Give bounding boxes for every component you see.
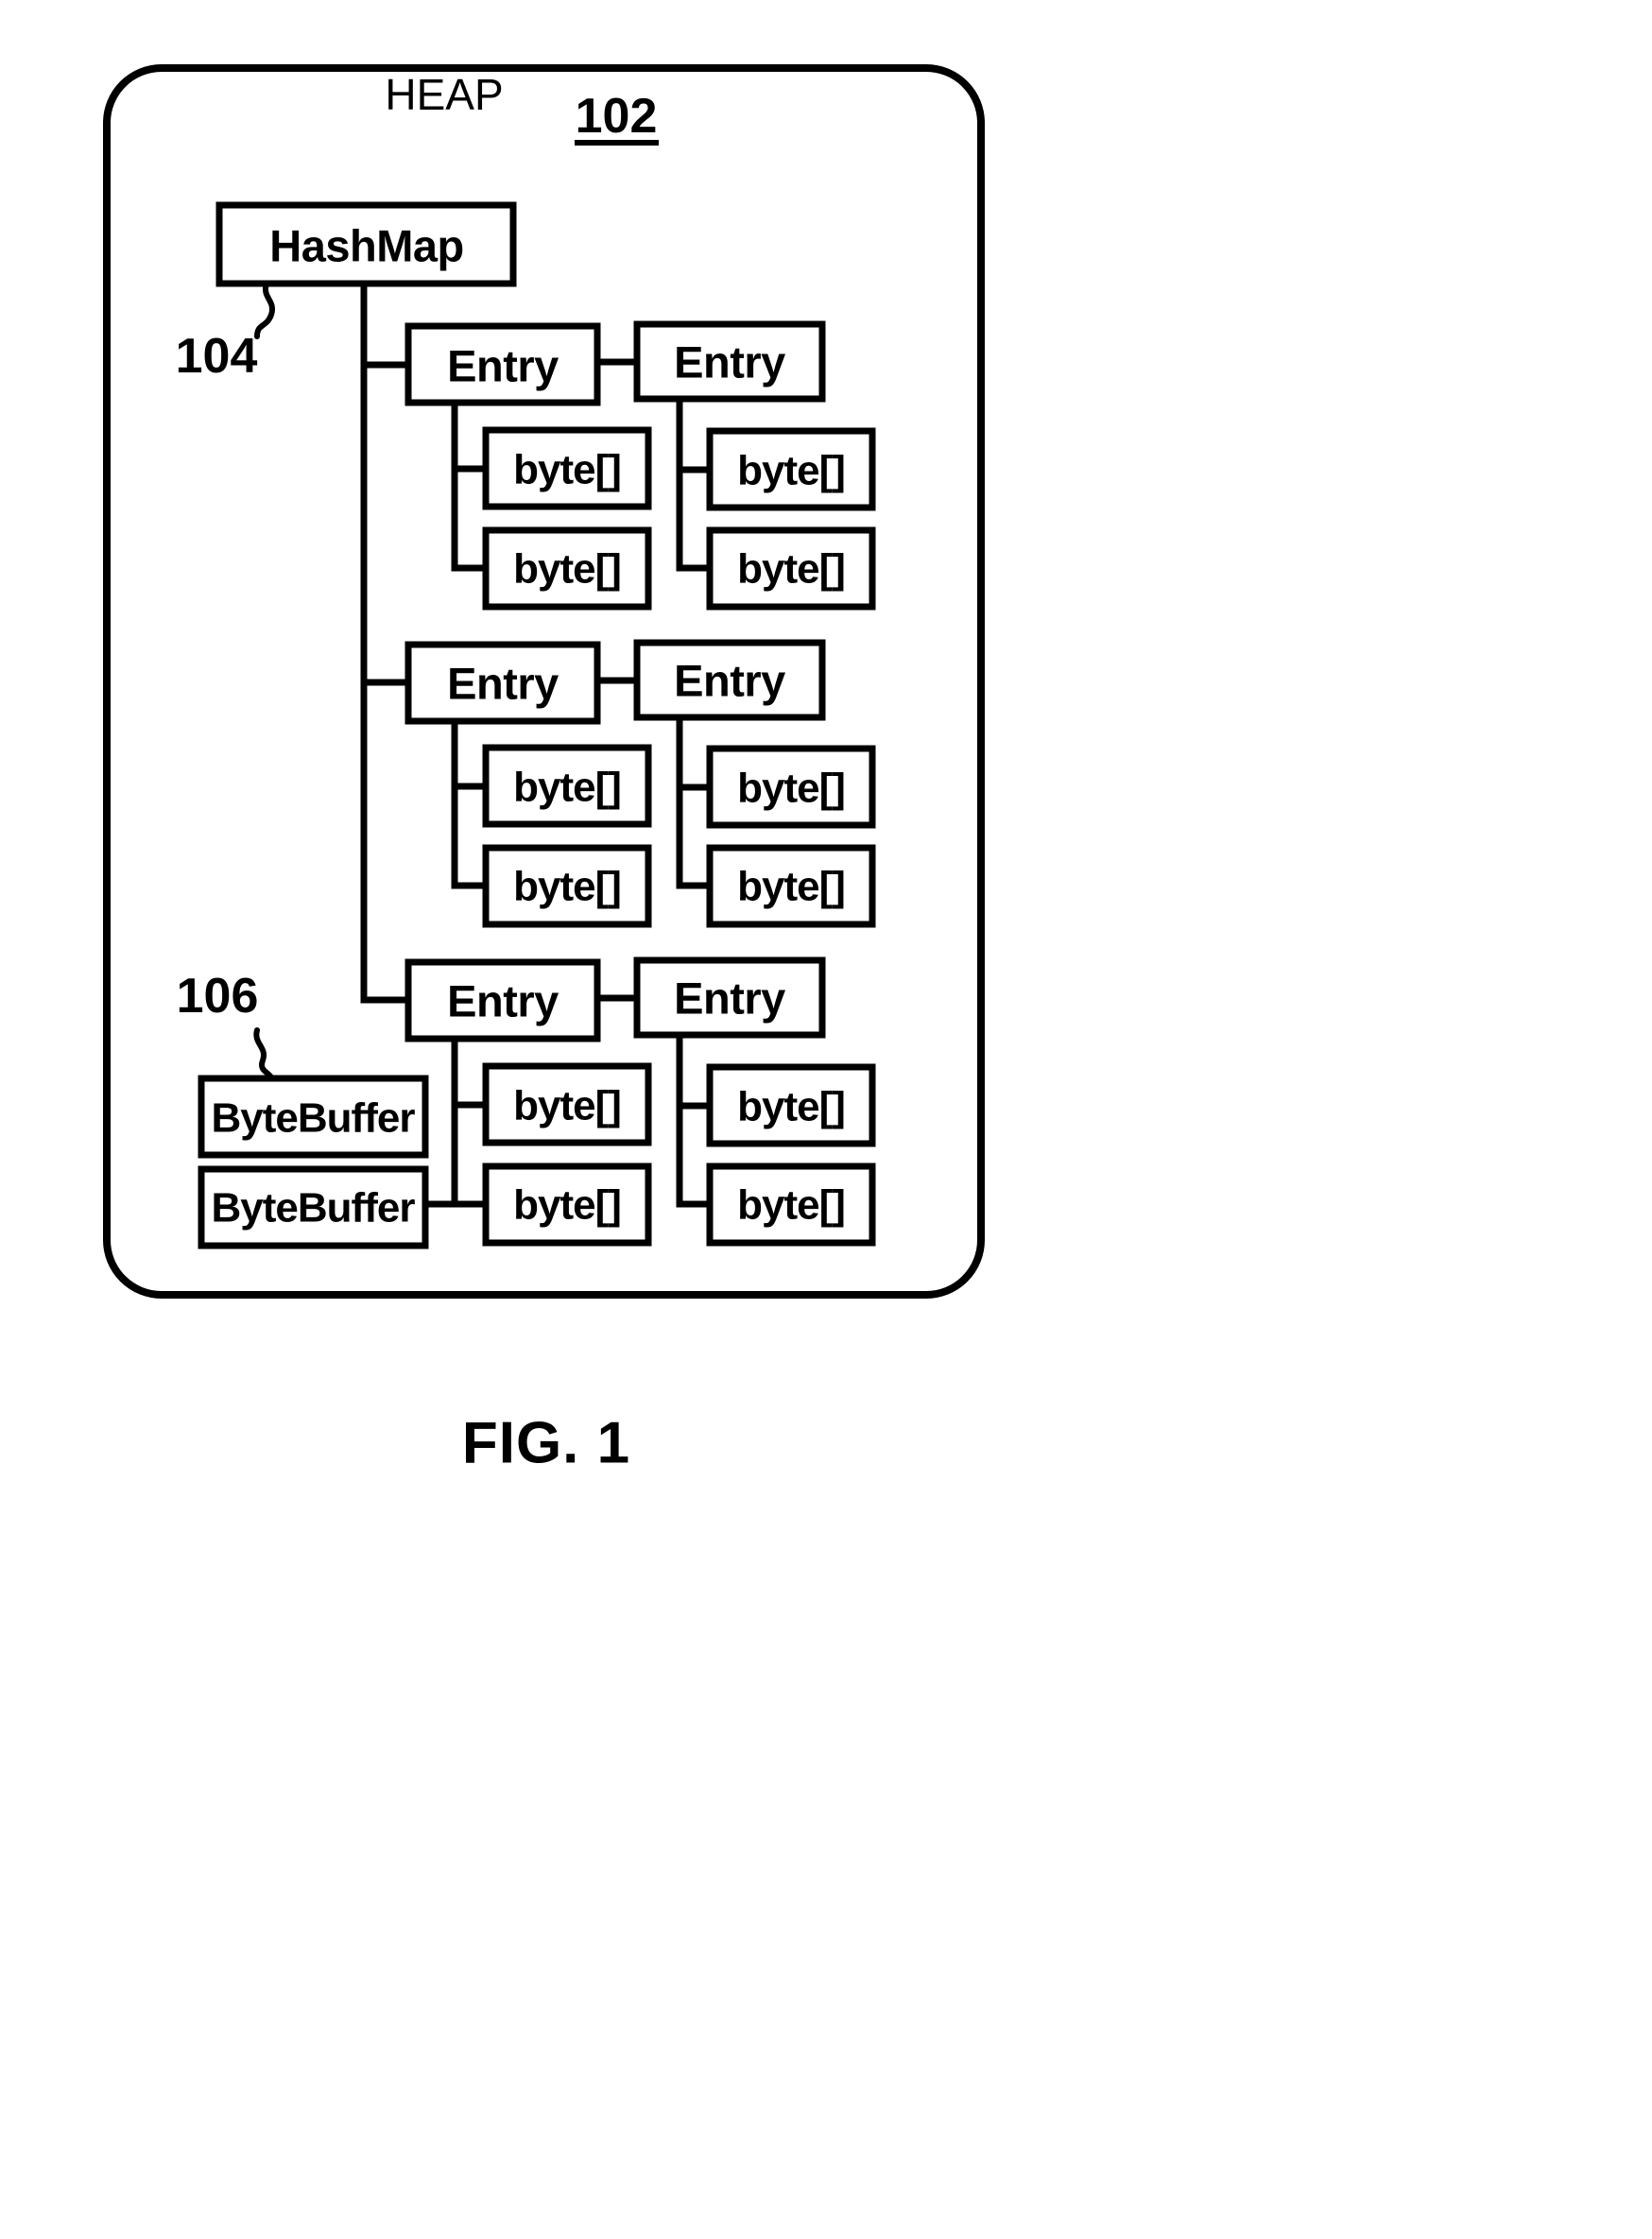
byte-array-label-r3c2-a: byte[]	[737, 1084, 845, 1130]
entry-label-r1c2: Entry	[674, 337, 785, 388]
entry-label-r3c2: Entry	[674, 973, 785, 1024]
byte-array-label-r1c1-b: byte[]	[513, 546, 621, 593]
byte-array-label-r3c2-b: byte[]	[737, 1182, 845, 1229]
byte-array-label-r2c1-b: byte[]	[513, 864, 621, 910]
bytebuffer-label-1: ByteBuffer	[212, 1095, 416, 1142]
reference-numeral-106: 106	[177, 969, 259, 1024]
entry-label-r3c1: Entry	[447, 976, 559, 1026]
entry-label-r2c1: Entry	[447, 659, 559, 709]
byte-array-label-r2c1-a: byte[]	[513, 765, 621, 811]
patent-figure: HEAP 102 HashMap 104 Entry Entry byte[] …	[0, 0, 1652, 2239]
byte-array-label-r2c2-a: byte[]	[737, 766, 845, 812]
entry-label-r1c1: Entry	[447, 341, 559, 391]
reference-numeral-102: 102	[576, 89, 658, 144]
hashmap-label: HashMap	[269, 221, 463, 271]
bytebuffer-label-2: ByteBuffer	[212, 1185, 416, 1231]
byte-array-label-r3c1-b: byte[]	[513, 1182, 621, 1229]
byte-array-label-r2c2-b: byte[]	[737, 864, 845, 910]
reference-numeral-104: 104	[176, 329, 258, 384]
heap-label: HEAP	[385, 70, 503, 119]
byte-array-label-r3c1-a: byte[]	[513, 1083, 621, 1129]
entry-label-r2c2: Entry	[674, 656, 785, 706]
byte-array-label-r1c1-a: byte[]	[513, 447, 621, 493]
byte-array-label-r1c2-a: byte[]	[737, 448, 845, 494]
byte-array-label-r1c2-b: byte[]	[737, 546, 845, 593]
figure-caption: FIG. 1	[462, 1411, 630, 1476]
